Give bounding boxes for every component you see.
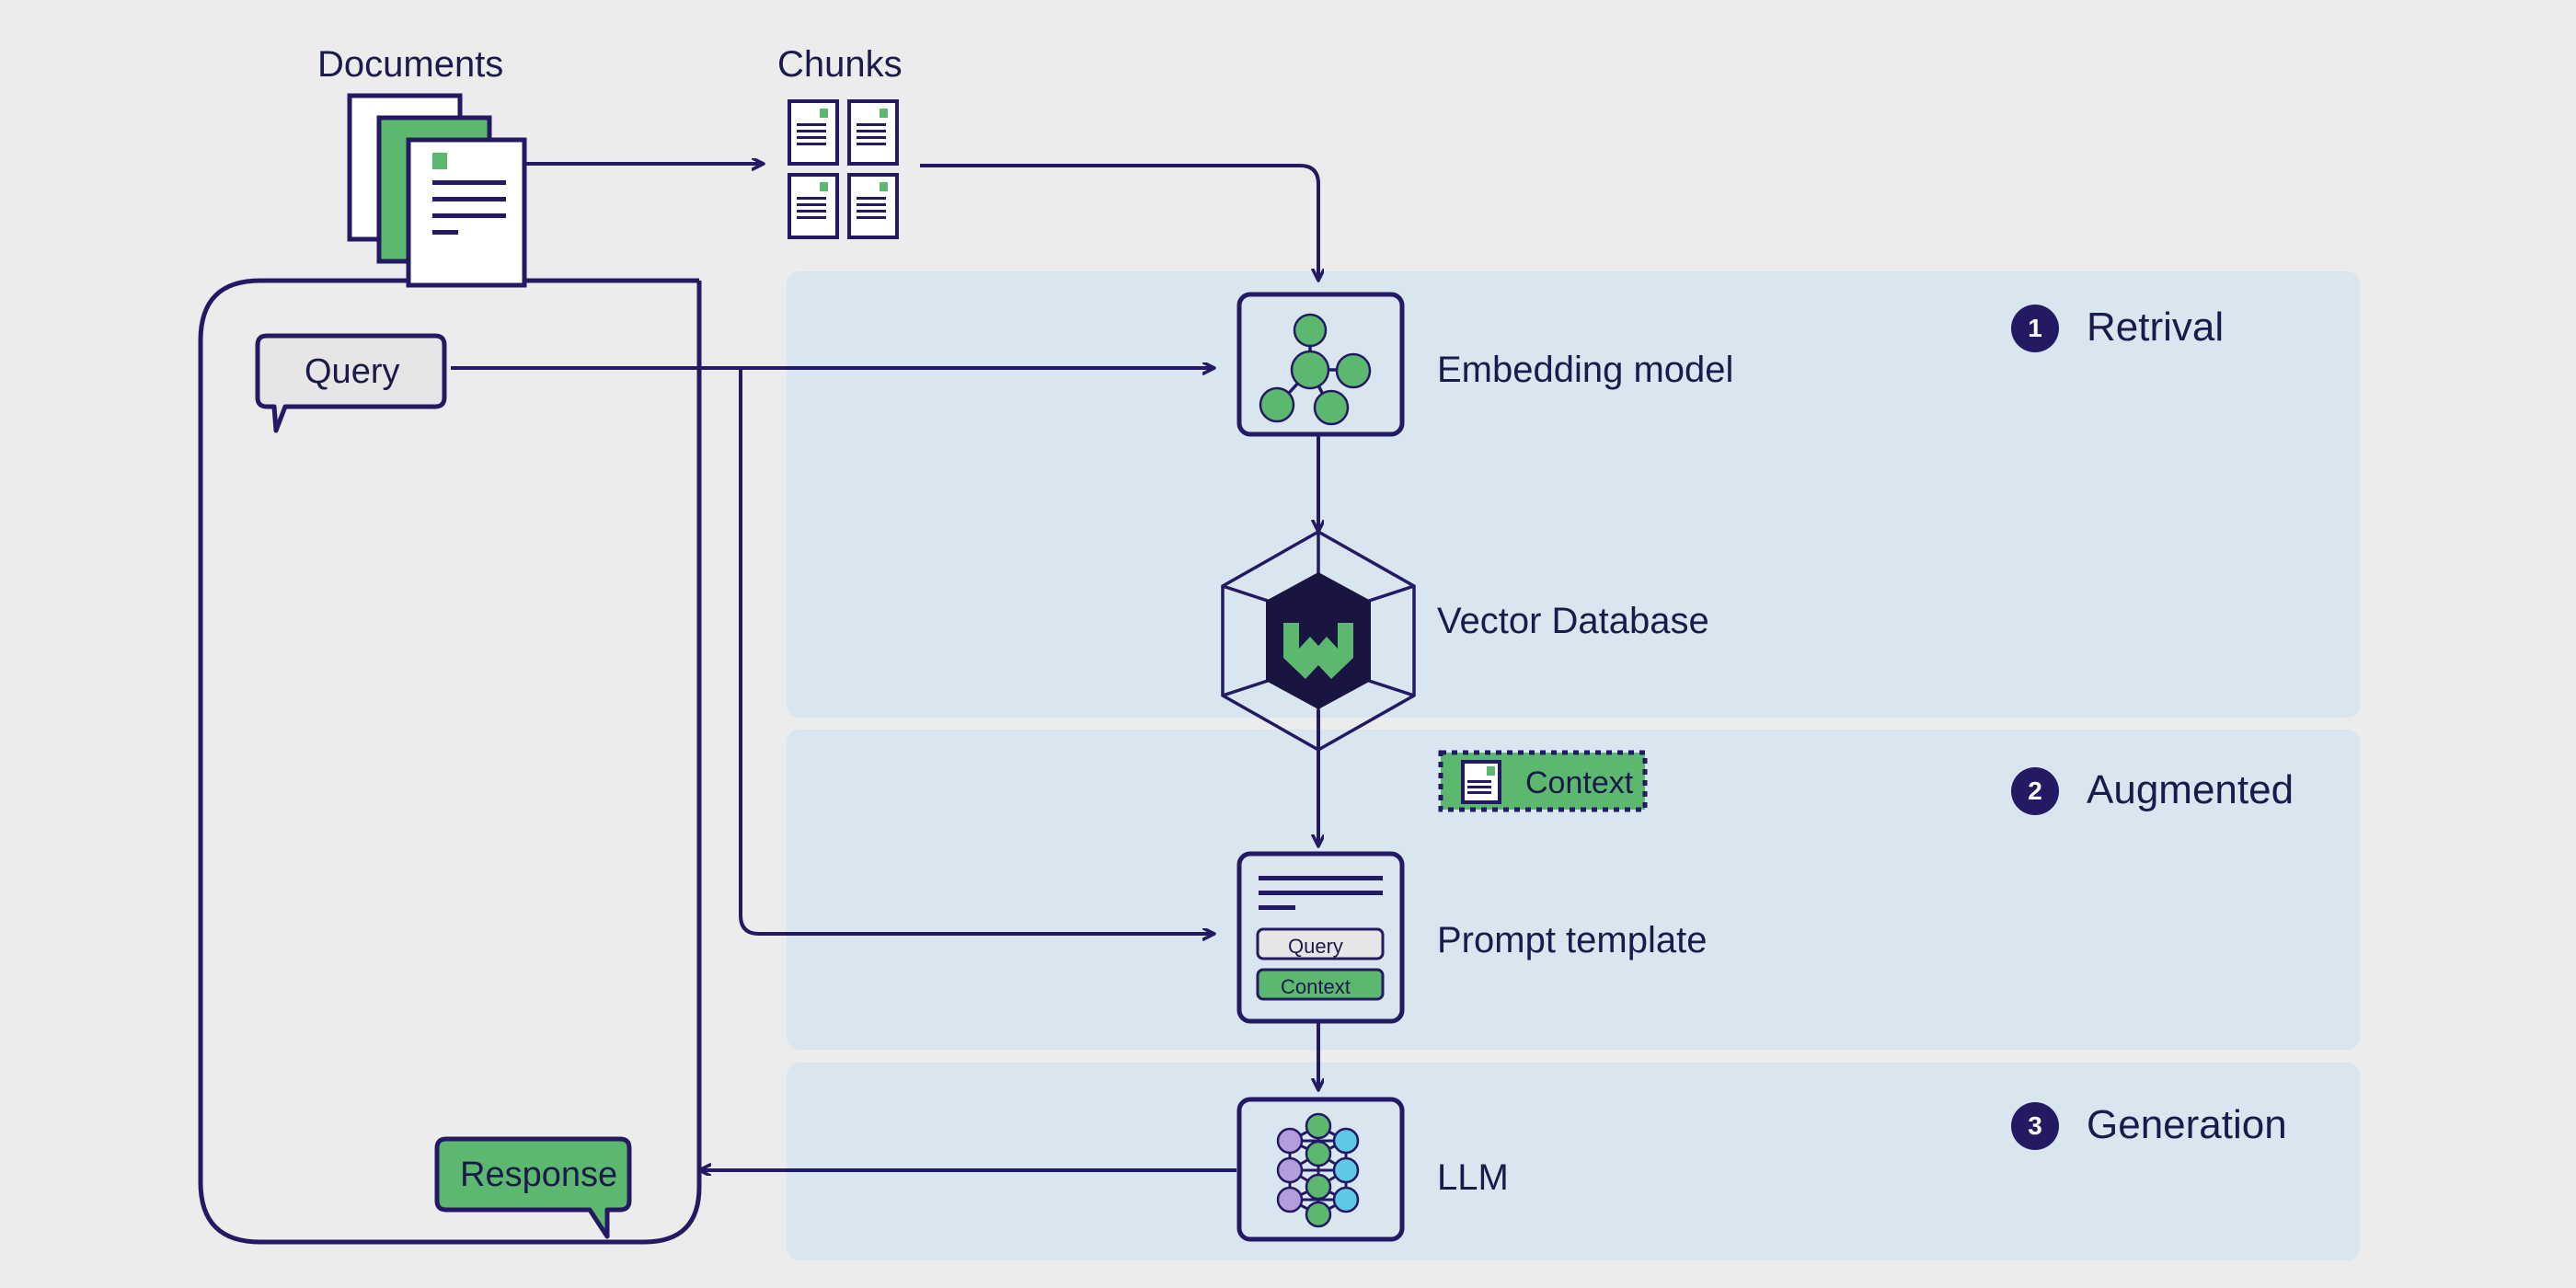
stage-badge-3: 3 bbox=[2011, 1102, 2059, 1150]
stage-badge-1: 1 bbox=[2011, 305, 2059, 352]
chunks-heading: Chunks bbox=[777, 44, 903, 85]
documents-heading: Documents bbox=[317, 44, 504, 85]
llm-label: LLM bbox=[1437, 1157, 1509, 1198]
diagram-canvas: Query Response Embedding model Vector Da… bbox=[0, 0, 2576, 1288]
stage-label-augmented: Augmented bbox=[2087, 767, 2294, 812]
stage-badge-2: 2 bbox=[2011, 767, 2059, 815]
neural-network-icon bbox=[1276, 1112, 1360, 1228]
stage-label-retrieval: Retrival bbox=[2087, 305, 2225, 350]
llm-node[interactable] bbox=[0, 0, 2576, 1288]
stage-label-generation: Generation bbox=[2087, 1102, 2287, 1147]
